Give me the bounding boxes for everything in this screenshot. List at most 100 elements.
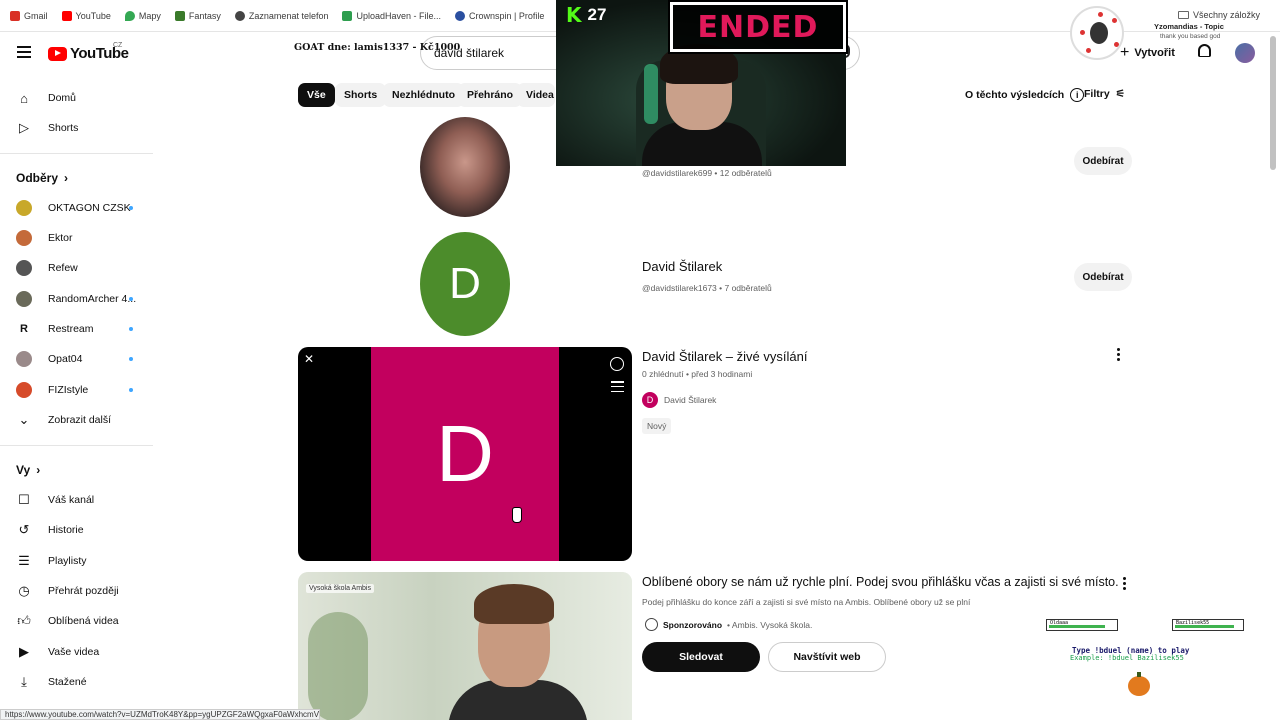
bookmark-uploadhaven[interactable]: UploadHaven - File... bbox=[342, 10, 441, 21]
chip-watched[interactable]: Přehráno bbox=[458, 83, 523, 107]
more-options-icon[interactable] bbox=[1123, 577, 1127, 590]
new-badge: Nový bbox=[642, 418, 672, 434]
sidebar-divider bbox=[0, 445, 153, 446]
gmail-icon bbox=[10, 10, 20, 21]
video-thumbnail[interactable]: D bbox=[298, 347, 632, 561]
info-icon: i bbox=[1070, 88, 1085, 102]
sidebar-item-home[interactable]: ⌂ Domů bbox=[0, 83, 156, 113]
video-title[interactable]: David Štilarek – živé vysílání bbox=[642, 349, 807, 364]
subscribe-button[interactable]: Odebírat bbox=[1074, 147, 1132, 175]
ambis-logo-icon bbox=[645, 618, 658, 631]
playlist-icon: ☰ bbox=[18, 553, 30, 568]
channel-title[interactable]: David Štilarek bbox=[642, 259, 722, 274]
sidebar-item-restream[interactable]: R Restream bbox=[0, 314, 156, 344]
crown-icon bbox=[455, 10, 466, 21]
add-to-queue-icon[interactable] bbox=[611, 381, 624, 392]
bookmark-gmail[interactable]: Gmail bbox=[10, 10, 48, 21]
about-results[interactable]: O těchto výsledcích i bbox=[965, 88, 1085, 102]
bookmark-zaznamenat[interactable]: Zaznamenat telefon bbox=[234, 10, 328, 21]
filter-icon: ⚟ bbox=[1115, 88, 1126, 100]
sidebar-item-refew[interactable]: Refew bbox=[0, 253, 156, 283]
bookmark-youtube[interactable]: YouTube bbox=[61, 10, 111, 21]
pumpkin-icon bbox=[1128, 672, 1150, 696]
bookmark-crownspin[interactable]: Crownspin | Profile bbox=[455, 10, 544, 21]
watch-later-icon[interactable] bbox=[610, 357, 624, 371]
live-dot bbox=[129, 206, 133, 210]
channel-avatar bbox=[16, 230, 32, 246]
duel-example: Example: !bduel Bazilisek55 bbox=[1070, 654, 1184, 662]
your-videos-icon: ▶ bbox=[19, 644, 29, 659]
more-options-icon[interactable] bbox=[1117, 348, 1121, 361]
sidebar-item-your-videos[interactable]: ▶ Vaše videa bbox=[0, 637, 156, 667]
video-channel-name[interactable]: David Štilarek bbox=[664, 395, 716, 405]
goat-overlay-text: GOAT dne: lamis1337 - Kč1000 bbox=[294, 42, 461, 53]
chip-videos[interactable]: Videa bbox=[517, 83, 555, 107]
sidebar-item-playlists[interactable]: ☰ Playlisty bbox=[0, 546, 156, 576]
player2-healthbar: Bazilisek55 bbox=[1172, 619, 1244, 631]
upload-icon bbox=[342, 10, 353, 21]
channel-avatar-initial[interactable]: D bbox=[420, 232, 510, 336]
channel-icon: ☐ bbox=[18, 492, 30, 507]
country-code: CZ bbox=[113, 42, 123, 49]
menu-icon[interactable] bbox=[17, 46, 31, 58]
viewer-count: 27 bbox=[587, 5, 607, 24]
home-icon: ⌂ bbox=[20, 90, 28, 106]
live-dot bbox=[129, 388, 133, 392]
notification-avatar bbox=[1070, 6, 1124, 60]
sidebar-item-randomarcher[interactable]: RandomArcher 4... bbox=[0, 284, 156, 314]
bookmark-fantasy[interactable]: Fantasy bbox=[174, 10, 221, 21]
like-icon: 👍︎ bbox=[17, 613, 31, 628]
sidebar-item-liked[interactable]: 👍︎ Oblíbená videa bbox=[0, 606, 156, 636]
sidebar-item-your-channel[interactable]: ☐ Váš kanál bbox=[0, 485, 156, 515]
channel-avatar-photo[interactable] bbox=[420, 117, 510, 217]
sidebar-item-ektor[interactable]: Ektor bbox=[0, 223, 156, 253]
sidebar-item-watch-later[interactable]: ◷ Přehrát později bbox=[0, 576, 156, 606]
channel-avatar bbox=[16, 291, 32, 307]
fantasy-icon bbox=[174, 10, 185, 21]
channel-meta: @davidstilarek1673 • 7 odběratelů bbox=[642, 283, 772, 293]
sidebar-item-opat04[interactable]: Opat04 bbox=[0, 344, 156, 374]
phone-icon bbox=[234, 10, 245, 21]
thumbnail-initial: D bbox=[371, 347, 559, 561]
visit-website-button[interactable]: Navštívit web bbox=[768, 642, 886, 672]
youtube-icon bbox=[61, 10, 72, 21]
bell-icon[interactable] bbox=[1198, 44, 1211, 57]
shorts-icon: ▷ bbox=[19, 120, 29, 135]
sidebar-item-oktagon[interactable]: OKTAGON CZSK bbox=[0, 193, 156, 223]
subscriptions-heading[interactable]: Odběry › bbox=[16, 171, 68, 185]
follow-button[interactable]: Sledovat bbox=[642, 642, 760, 672]
mouse-cursor bbox=[512, 507, 522, 523]
chip-all[interactable]: Vše bbox=[298, 83, 335, 107]
create-button[interactable]: + Vytvořit bbox=[1120, 42, 1175, 64]
download-icon: ⤓ bbox=[21, 674, 27, 689]
player2-hp-fill bbox=[1175, 625, 1235, 628]
watch-later-icon: ◷ bbox=[18, 583, 30, 598]
avatar[interactable] bbox=[1235, 43, 1255, 63]
you-heading[interactable]: Vy › bbox=[16, 463, 40, 477]
kick-viewer-badge: K 27 bbox=[566, 3, 606, 27]
bookmark-mapy[interactable]: Mapy bbox=[124, 10, 161, 21]
channel-avatar bbox=[16, 260, 32, 276]
channel-avatar-small[interactable]: D bbox=[642, 392, 658, 408]
chip-shorts[interactable]: Shorts bbox=[335, 83, 387, 107]
ad-sponsor-line: Sponzorováno • Ambis. Vysoká škola. bbox=[645, 618, 812, 631]
sidebar-item-history[interactable]: ↺ Historie bbox=[0, 515, 156, 545]
ad-title[interactable]: Oblíbené obory se nám už rychle plní. Po… bbox=[642, 575, 1119, 589]
sidebar-item-show-more[interactable]: ⌄ Zobrazit další bbox=[0, 405, 156, 435]
chip-unwatched[interactable]: Nezhlédnuto bbox=[383, 83, 464, 107]
all-bookmarks[interactable]: Všechny záložky bbox=[1177, 10, 1260, 20]
sidebar-item-fizistyle[interactable]: FIZIstyle bbox=[0, 375, 156, 405]
sidebar-item-shorts[interactable]: ▷ Shorts bbox=[0, 113, 156, 143]
notification-subtitle: thank you based god bbox=[1160, 33, 1221, 40]
ad-description: Podej přihlášku do konce září a zajisti … bbox=[642, 597, 971, 607]
status-url: https://www.youtube.com/watch?v=UZMdTroK… bbox=[0, 709, 320, 720]
ad-thumbnail[interactable]: Vysoká škola Ambis bbox=[298, 572, 632, 720]
sidebar-item-downloads[interactable]: ⤓ Stažené bbox=[0, 667, 156, 697]
channel-avatar bbox=[16, 351, 32, 367]
subscribe-button[interactable]: Odebírat bbox=[1074, 263, 1132, 291]
youtube-play-icon bbox=[48, 46, 67, 61]
filters-button[interactable]: Filtry ⚟ bbox=[1084, 88, 1125, 100]
stream-status-box: ENDED bbox=[668, 0, 848, 54]
mute-icon[interactable]: ✕ bbox=[304, 352, 314, 366]
scrollbar[interactable] bbox=[1270, 36, 1276, 170]
